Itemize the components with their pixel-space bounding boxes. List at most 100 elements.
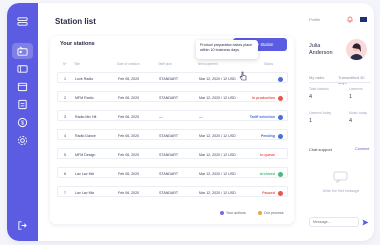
status-badge: Paused <box>262 190 275 195</box>
sidebar-item-reports[interactable] <box>16 98 29 111</box>
cell-payment: Mar 12, 2020 / 12 USD <box>199 133 236 138</box>
status-badge: Archived <box>259 171 275 176</box>
cell-title: Radio Dance <box>75 133 96 138</box>
bell-icon[interactable] <box>347 16 353 23</box>
logo-icon[interactable] <box>16 15 29 28</box>
sidebar-item-stations[interactable] <box>12 43 33 59</box>
cell-no: 2 <box>64 95 66 100</box>
sidebar-item-logout[interactable] <box>16 219 29 232</box>
sidebar-item-tickets[interactable] <box>16 62 29 75</box>
stat-title: Listened today <box>309 111 332 115</box>
cell-payment: Mar 12, 2020 / 12 USD <box>199 152 236 157</box>
column-header: Next payment <box>198 62 218 66</box>
legend-dot <box>258 211 262 215</box>
status-tooltip: Product preparation takes place within 1… <box>196 40 258 59</box>
cell-date: Feb 06, 2020 <box>118 95 140 100</box>
cell-no: 3 <box>64 114 66 119</box>
column-header: Date of creation <box>117 62 140 66</box>
chat-support-title: Chat support <box>309 147 332 152</box>
tab-my-radio[interactable]: My radio <box>309 75 324 80</box>
cell-plan: STANDART <box>159 95 179 100</box>
settings-icon <box>17 135 28 146</box>
table-row[interactable]: 6 Lav Lav Mix Feb 06, 2020 STANDART Mar 12, … <box>57 167 288 178</box>
cell-no: 4 <box>64 133 66 138</box>
chat-connect-link[interactable]: Connect <box>355 147 369 151</box>
cell-payment: Mar 12, 2020 / 12 USD <box>199 76 236 81</box>
cell-payment: Mar 12, 2020 / 12 USD <box>199 190 236 195</box>
send-icon[interactable] <box>362 219 369 226</box>
stations-icon <box>17 46 28 56</box>
cell-date: Feb 06, 2020 <box>118 190 140 195</box>
chat-message-input[interactable] <box>309 217 359 227</box>
sidebar-item-billing[interactable]: $ <box>16 116 29 129</box>
cell-payment: Mar 12, 2020 / 12 USD <box>199 95 236 100</box>
cell-date: Feb 06, 2020 <box>118 171 140 176</box>
tab-transmitted[interactable]: Transmitted 30 days <box>338 75 374 85</box>
app-window: $ Station list Your stations Create Stat… <box>7 3 374 241</box>
column-header: Title <box>74 62 80 66</box>
stat-value: 1 <box>309 118 313 124</box>
legend-label: Our process <box>264 211 284 215</box>
status-badge: In queue <box>260 152 275 157</box>
table-row[interactable]: 2 MFM Radio Feb 06, 2020 STANDART Mar 12, 20… <box>57 91 288 102</box>
table-row[interactable]: 7 Lav Lav Mix Feb 06, 2020 STANDART Mar 12, … <box>57 186 288 197</box>
table-header: Nº Title Date of creation Tariff plan Ne… <box>50 60 294 68</box>
stat-value: 4 <box>349 118 353 124</box>
cell-plan: STANDART <box>159 152 179 157</box>
cell-no: 1 <box>64 76 66 81</box>
divider <box>309 82 371 83</box>
status-info-icon[interactable] <box>278 76 283 82</box>
chat-bubble-icon <box>333 171 348 183</box>
avatar[interactable] <box>346 39 367 60</box>
stat-title: Total stations <box>309 87 329 91</box>
cell-plan: STANDART <box>159 171 179 176</box>
legend-label: Your actions <box>226 211 246 215</box>
cell-date: Feb 06, 2020 <box>118 152 140 157</box>
status-info-icon[interactable] <box>278 95 283 101</box>
cell-plan: STANDART <box>159 133 179 138</box>
table-row[interactable]: 1 Love Radio Feb 06, 2020 STANDART Mar 12, 2… <box>57 72 288 83</box>
column-header: Tariff plan <box>158 62 172 66</box>
status-badge: Pending <box>260 133 275 138</box>
legend-item: Your actions <box>220 211 246 215</box>
stat-value: 4 <box>309 94 313 100</box>
stat-title: Music today <box>349 111 368 115</box>
column-header: Nº <box>63 62 67 66</box>
table-row[interactable]: 5 MFM Design Feb 06, 2020 STANDART Mar 12, 2… <box>57 148 288 159</box>
cell-payment: Mar 12, 2020 / 12 USD <box>199 171 236 176</box>
cell-plan: — <box>159 114 163 119</box>
sidebar-item-calendar[interactable] <box>16 80 29 93</box>
cell-title: MFM Design <box>75 152 96 157</box>
cell-plan: STANDART <box>159 76 179 81</box>
status-info-icon[interactable] <box>278 114 283 120</box>
cell-no: 5 <box>64 152 66 157</box>
status-info-icon[interactable] <box>278 133 283 139</box>
card-title: Your stations <box>60 41 95 47</box>
hand-cursor-icon <box>239 71 247 81</box>
stat-title: Listeners <box>349 87 363 91</box>
sidebar: $ <box>7 3 38 241</box>
cell-date: Feb 06, 2020 <box>118 114 140 119</box>
cell-date: Feb 06, 2020 <box>118 76 140 81</box>
legend-dot <box>220 211 224 215</box>
ticket-icon <box>17 65 28 73</box>
cell-title: Radio Mix Hit <box>75 114 97 119</box>
calendar-icon <box>17 82 28 92</box>
cell-payment: — <box>199 114 203 119</box>
status-info-icon[interactable] <box>278 190 283 196</box>
table-row[interactable]: 4 Radio Dance Feb 06, 2020 STANDART Mar 12, … <box>57 129 288 140</box>
status-info-icon[interactable] <box>278 171 283 177</box>
cell-title: Lav Lav Mix <box>75 190 95 195</box>
cell-title: Lav Lav Mix <box>75 171 95 176</box>
cell-plan: STANDART <box>159 190 179 195</box>
profile-label: Profile <box>309 17 321 22</box>
stat-value: 1 <box>349 94 353 100</box>
table-row[interactable]: 3 Radio Mix Hit Feb 06, 2020 — — Tariff selec… <box>57 110 288 121</box>
reports-icon <box>18 99 27 110</box>
stations-card: Your stations Create Station Nº Title Da… <box>50 36 294 224</box>
svg-text:$: $ <box>21 120 24 126</box>
sidebar-item-settings[interactable] <box>16 134 29 147</box>
language-flag-icon[interactable] <box>360 17 367 22</box>
cell-no: 6 <box>64 171 66 176</box>
chat-empty-text: Write the first message <box>322 189 360 193</box>
